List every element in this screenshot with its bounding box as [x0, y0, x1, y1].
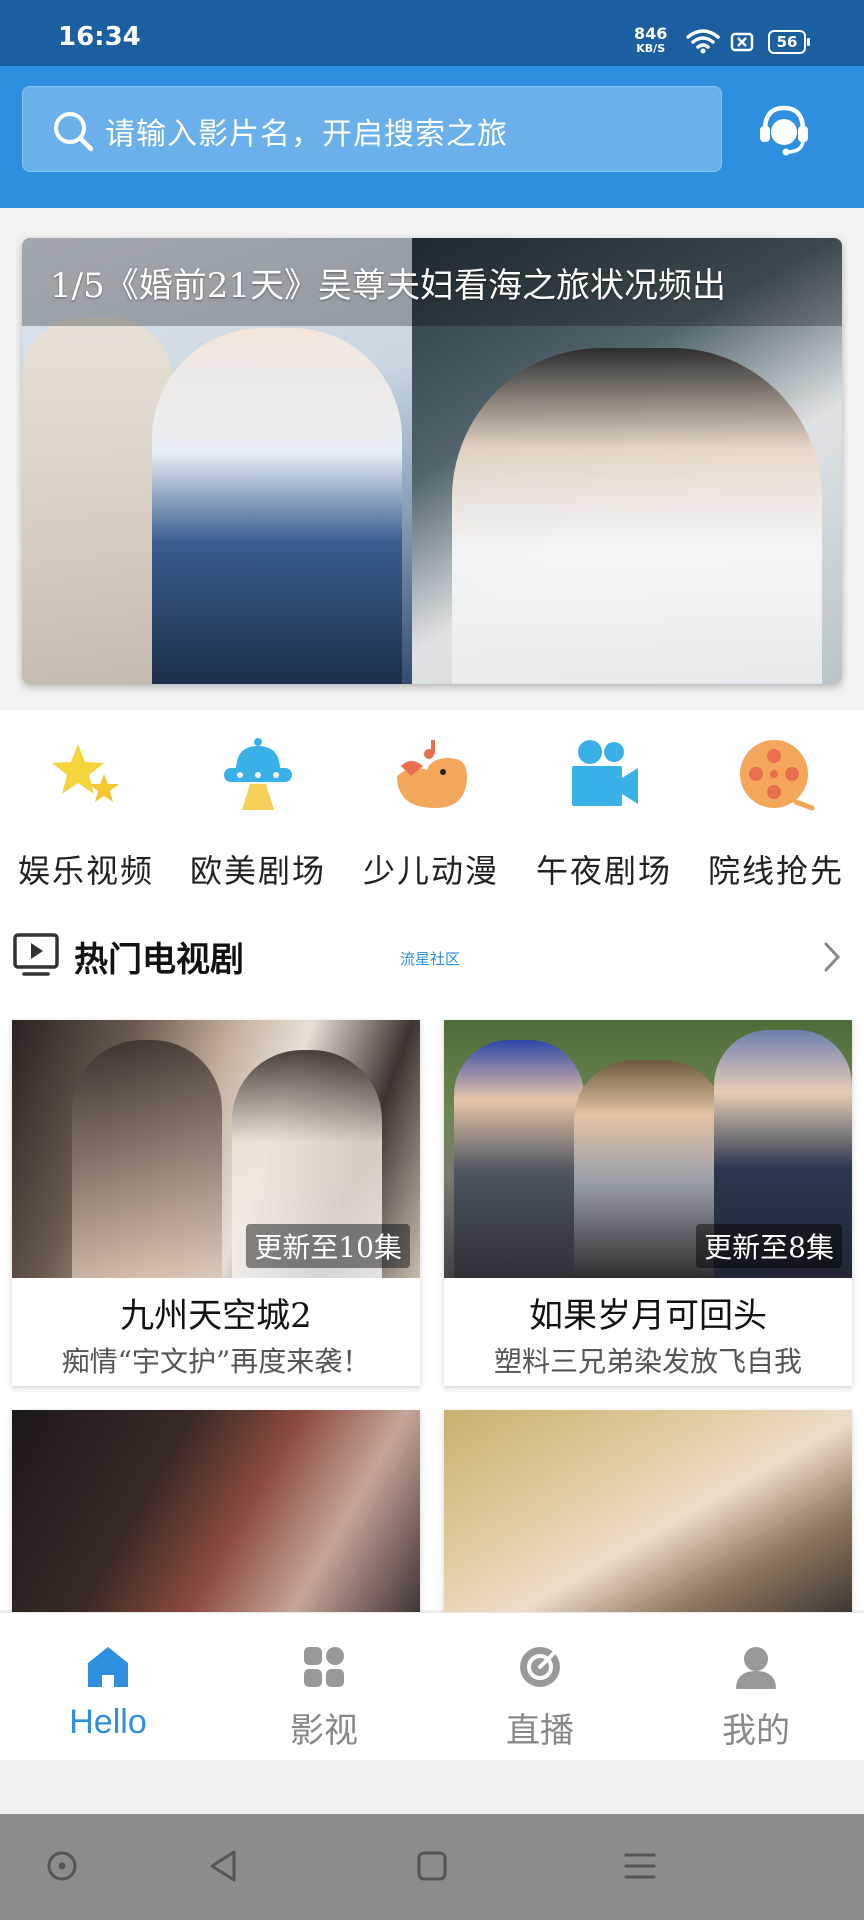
banner-carousel[interactable]: 1/5《婚前21天》吴尊夫妇看海之旅状况频出: [22, 238, 842, 684]
ufo-icon: [224, 738, 292, 810]
menu-icon[interactable]: [622, 1848, 658, 1884]
star-icon: [52, 744, 119, 802]
network-speed-value: 846: [634, 24, 668, 43]
category-midnight-theater[interactable]: 午夜剧场: [518, 736, 690, 896]
search-icon: [54, 112, 94, 152]
section-title: 热门电视剧: [74, 940, 244, 980]
category-cinema-preview[interactable]: 院线抢先: [690, 736, 862, 896]
section-header: 热门电视剧 流星社区: [0, 920, 864, 990]
network-speed: 846 KB/S: [634, 26, 667, 56]
tab-profile[interactable]: 我的: [648, 1613, 864, 1761]
episode-badge: 更新至10集: [246, 1224, 410, 1268]
customer-service-icon[interactable]: [757, 102, 811, 158]
battery-indicator: 56: [768, 30, 810, 54]
category-label: 欧美剧场: [189, 852, 326, 890]
category-label: 少儿动漫: [362, 852, 499, 890]
tab-label: 我的: [722, 1711, 790, 1751]
show-card[interactable]: 更新至10集 九州天空城2 痴情“宇文护”再度来袭！: [12, 1020, 420, 1386]
tab-label: Hello: [69, 1703, 147, 1741]
video-camera-icon: [572, 740, 638, 806]
show-poster: 更新至10集: [12, 1020, 420, 1278]
category-row: 娱乐视频 欧美剧场 少儿动漫 午夜剧场 院线抢先: [0, 736, 864, 896]
episode-badge: 更新至8集: [696, 1224, 842, 1268]
search-placeholder: 请输入影片名，开启搜索之旅: [105, 117, 508, 152]
home-icon: [88, 1647, 128, 1687]
back-icon[interactable]: [206, 1848, 242, 1884]
tab-live[interactable]: 直播: [432, 1613, 648, 1761]
tab-label: 影视: [290, 1711, 358, 1751]
live-icon: [520, 1647, 560, 1687]
chevron-right-icon[interactable]: [822, 940, 842, 974]
header: 请输入影片名，开启搜索之旅: [0, 66, 864, 208]
bottom-tab-bar: Hello 影视 直播 我的: [0, 1612, 864, 1761]
assistant-icon[interactable]: [44, 1848, 80, 1884]
no-sim-icon: [730, 32, 754, 52]
show-description: 塑料三兄弟染发放飞自我: [493, 1345, 802, 1378]
show-poster: 更新至8集: [444, 1020, 852, 1278]
category-western-drama[interactable]: 欧美剧场: [172, 736, 344, 896]
category-label: 午夜剧场: [535, 852, 672, 890]
bird-icon: [397, 740, 467, 808]
status-bar: 16:34 846 KB/S 56: [0, 0, 864, 66]
category-label: 院线抢先: [707, 852, 844, 890]
show-description: 痴情“宇文护”再度来袭！: [61, 1345, 371, 1378]
banner-figure: [452, 348, 822, 684]
wifi-icon: [686, 29, 720, 54]
tv-icon: [13, 933, 59, 976]
category-label: 娱乐视频: [17, 852, 154, 890]
banner-caption: 1/5《婚前21天》吴尊夫妇看海之旅状况频出: [50, 266, 726, 306]
grid-icon: [304, 1647, 344, 1687]
banner-figure: [22, 318, 172, 684]
banner-figure: [152, 328, 402, 684]
section-subtitle[interactable]: 流星社区: [400, 948, 460, 969]
show-poster: [12, 1410, 420, 1620]
show-card[interactable]: [12, 1410, 420, 1620]
network-speed-unit: KB/S: [636, 42, 666, 55]
tab-hello[interactable]: Hello: [0, 1613, 216, 1761]
show-title: 如果岁月可回头: [529, 1296, 767, 1336]
film-reel-icon: [740, 740, 815, 811]
system-nav-bar: [0, 1814, 864, 1920]
show-card[interactable]: [444, 1410, 852, 1620]
spacer: [0, 1760, 864, 1814]
home-nav-icon[interactable]: [414, 1848, 450, 1884]
tab-label: 直播: [506, 1711, 574, 1751]
show-poster: [444, 1410, 852, 1620]
status-time: 16:34: [58, 22, 141, 52]
search-input[interactable]: 请输入影片名，开启搜索之旅: [22, 86, 722, 172]
category-entertainment[interactable]: 娱乐视频: [0, 736, 172, 896]
profile-icon: [736, 1647, 776, 1689]
show-title: 九州天空城2: [120, 1296, 312, 1336]
category-kids-anime[interactable]: 少儿动漫: [345, 736, 517, 896]
show-card[interactable]: 更新至8集 如果岁月可回头 塑料三兄弟染发放飞自我: [444, 1020, 852, 1386]
tab-movies[interactable]: 影视: [216, 1613, 432, 1761]
